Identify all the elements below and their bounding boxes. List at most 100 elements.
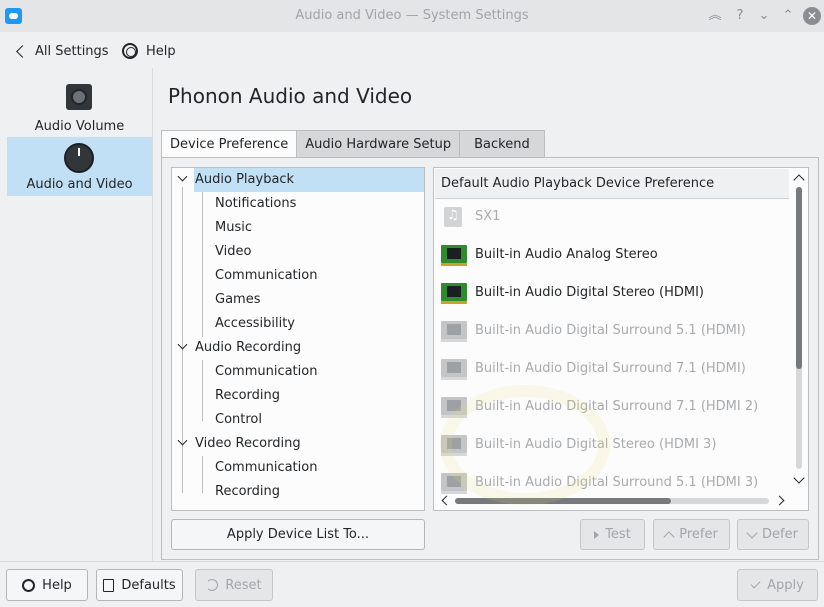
footer-divider (0, 561, 824, 562)
page-title: Phonon Audio and Video (168, 84, 413, 108)
tab-backend[interactable]: Backend (459, 130, 545, 157)
apply-device-list-button[interactable]: Apply Device List To... (171, 519, 425, 550)
checkmark-icon (750, 578, 761, 589)
tree-item[interactable]: Recording (172, 480, 424, 504)
device-row[interactable]: Built-in Audio Digital Surround 7.1 (HDM… (434, 351, 788, 389)
prefer-label: Prefer (679, 527, 718, 542)
tree-item[interactable]: Music (172, 216, 424, 240)
arrow-up-icon (663, 530, 675, 543)
tree-item-label: Audio Recording (195, 340, 302, 355)
device-name: Built-in Audio Digital Stereo (HDMI) (475, 285, 704, 300)
scroll-up-icon[interactable] (793, 174, 805, 186)
sidebar: Audio Volume Audio and Video (7, 78, 152, 200)
tree-item[interactable]: Accessibility (172, 312, 424, 336)
sidebar-item-label: Audio Volume (34, 119, 125, 134)
play-icon (594, 530, 600, 539)
tree-item[interactable]: Communication (172, 264, 424, 288)
scroll-left-icon[interactable] (441, 495, 452, 506)
tree-item-label: Communication (215, 460, 318, 475)
defaults-label: Defaults (121, 577, 176, 593)
scroll-right-icon[interactable] (774, 495, 785, 506)
close-icon[interactable]: ✕ (803, 7, 821, 25)
device-name: Built-in Audio Analog Stereo (475, 247, 658, 262)
sidebar-divider (152, 68, 153, 562)
tree-item-label: Music (215, 220, 252, 235)
document-icon (103, 578, 115, 592)
device-row[interactable]: Built-in Audio Digital Surround 5.1 (HDM… (434, 313, 788, 351)
tree-item[interactable]: Recording (172, 384, 424, 408)
defaults-button[interactable]: Defaults (96, 569, 183, 601)
device-name: SX1 (475, 209, 501, 224)
defer-button[interactable]: Defer (737, 519, 809, 550)
help-icon (22, 578, 36, 592)
test-button[interactable]: Test (580, 519, 645, 550)
device-name: Built-in Audio Digital Surround 5.1 (HDM… (475, 323, 746, 338)
tree-item[interactable]: Games (172, 288, 424, 312)
sidebar-item-audio-and-video[interactable]: Audio and Video (7, 137, 152, 196)
sound-card-icon (441, 321, 467, 342)
device-list-header: Default Audio Playback Device Preference (435, 169, 789, 199)
tree-item-label: Control (215, 412, 262, 427)
prefer-button[interactable]: Prefer (653, 519, 730, 550)
tab-bar: Device Preference Audio Hardware Setup B… (161, 130, 545, 158)
tree-item[interactable]: Control (172, 408, 424, 432)
tree-item-label: Games (215, 292, 261, 307)
reset-button[interactable]: Reset (195, 569, 273, 601)
category-tree[interactable]: Audio Playback Notifications Music Video… (171, 167, 425, 511)
speaker-watermark-icon (440, 385, 610, 505)
keep-above-icon[interactable]: ︽ (706, 7, 724, 25)
device-row[interactable]: SX1 (434, 199, 788, 237)
device-row[interactable]: Built-in Audio Digital Stereo (HDMI) (434, 275, 788, 313)
tree-item-video-recording[interactable]: Video Recording (172, 432, 424, 456)
tab-audio-hardware-setup[interactable]: Audio Hardware Setup (296, 130, 461, 157)
knob-icon (64, 143, 94, 173)
device-name: Built-in Audio Digital Surround 7.1 (HDM… (475, 361, 746, 376)
tree-item-audio-recording[interactable]: Audio Recording (172, 336, 424, 360)
tree-item-label: Notifications (215, 196, 297, 211)
arrow-down-icon (746, 526, 758, 539)
footer-help-button[interactable]: Help (6, 569, 88, 601)
tree-item[interactable]: Video (172, 240, 424, 264)
tab-device-preference[interactable]: Device Preference (161, 130, 298, 158)
help-icon (122, 43, 138, 59)
defer-label: Defer (762, 527, 798, 542)
tree-item-audio-playback[interactable]: Audio Playback (194, 168, 424, 192)
sound-card-icon (441, 359, 467, 380)
tree-item-label: Accessibility (215, 316, 295, 331)
vertical-scrollbar[interactable] (791, 169, 808, 494)
apply-button[interactable]: Apply (737, 569, 818, 601)
test-label: Test (605, 527, 631, 542)
window-titlebar: Audio and Video — System Settings ︽ ? ⌄ … (0, 0, 824, 32)
chevron-down-icon[interactable] (177, 171, 188, 182)
tree-item[interactable]: Communication (172, 360, 424, 384)
sidebar-item-audio-volume[interactable]: Audio Volume (7, 78, 152, 138)
sound-card-icon (441, 245, 467, 266)
footer-help-label: Help (42, 577, 72, 593)
tree-item[interactable]: Notifications (172, 192, 424, 216)
speaker-icon (66, 84, 92, 110)
tree-item-label: Communication (215, 364, 318, 379)
reset-icon (206, 579, 219, 591)
help-question-icon[interactable]: ? (731, 7, 749, 25)
sidebar-item-label: Audio and Video (26, 177, 133, 192)
help-button[interactable]: Help (122, 40, 176, 62)
chevron-left-icon (16, 44, 29, 58)
minimize-icon[interactable]: ⌄ (755, 7, 773, 25)
scroll-down-icon[interactable] (793, 472, 805, 484)
device-row[interactable]: Built-in Audio Analog Stereo (434, 237, 788, 275)
music-note-icon (441, 207, 467, 227)
all-settings-button[interactable]: All Settings (14, 40, 109, 62)
tree-item-label: Audio Playback (195, 172, 295, 187)
nav-row: All Settings Help (0, 32, 824, 68)
scroll-thumb[interactable] (796, 187, 802, 369)
tree-item-label: Recording (215, 388, 281, 403)
tree-item-label: Video (215, 244, 252, 259)
maximize-icon[interactable]: ⌃ (779, 7, 797, 25)
tree-item-label: Communication (215, 268, 318, 283)
all-settings-label: All Settings (35, 43, 109, 59)
help-label: Help (146, 43, 176, 59)
reset-label: Reset (225, 577, 262, 593)
sound-card-icon (441, 283, 467, 304)
tree-item[interactable]: Communication (172, 456, 424, 480)
apply-label: Apply (767, 577, 804, 593)
